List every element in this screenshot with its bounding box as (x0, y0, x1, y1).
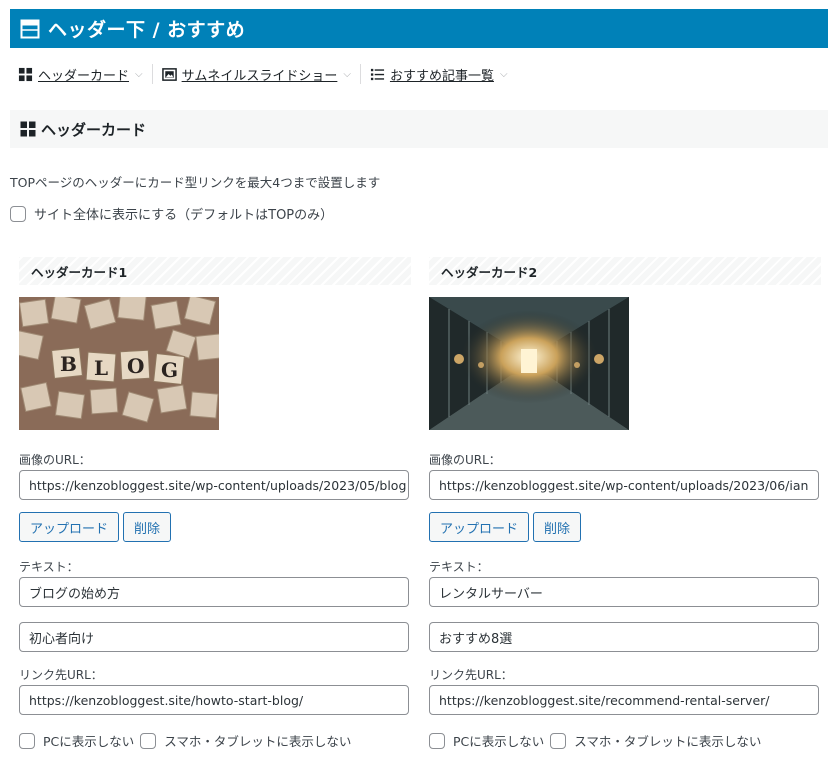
card-thumbnail-image: BL OG (19, 297, 219, 430)
image-url-label: 画像のURL： (19, 453, 91, 467)
chevron-down-icon: ⌵ (135, 68, 143, 80)
link-url-input[interactable]: https://kenzobloggest.site/howto-start-b… (19, 685, 409, 715)
grid-icon (20, 121, 36, 137)
image-url-label: 画像のURL： (429, 453, 501, 467)
card-thumbnail-image (429, 297, 629, 430)
section-header: ヘッダーカード (10, 110, 828, 148)
text-input-main[interactable]: レンタルサーバー (429, 577, 819, 607)
text-label: テキスト： (19, 560, 79, 574)
header-layout-icon (20, 19, 40, 38)
hide-mobile-label: スマホ・タブレットに表示しない (574, 734, 762, 749)
link-url-label: リンク先URL： (19, 668, 103, 682)
text-input-sub[interactable]: おすすめ8選 (429, 622, 819, 652)
show-all-site-label: サイト全体に表示にする（デフォルトはTOPのみ） (34, 208, 334, 223)
sub-tabs: ヘッダーカード ⌵ サムネイルスライドショー ⌵ おすすめ記事一覧 ⌵ (18, 63, 508, 85)
show-all-site-option[interactable]: サイト全体に表示にする（デフォルトはTOPのみ） (10, 204, 333, 223)
header-card-2: ヘッダーカード2 画像のURL： https://kenzobloggest.s… (429, 257, 821, 750)
chevron-down-icon: ⌵ (499, 68, 508, 80)
hide-mobile-label: スマホ・タブレットに表示しない (164, 734, 352, 749)
panel-title: ヘッダー下 / おすすめ (48, 19, 246, 41)
header-card-1: ヘッダーカード1 B L O G 画像のURL： https://kenzobl… (19, 257, 411, 750)
hide-pc-checkbox[interactable] (429, 732, 445, 749)
hide-mobile-checkbox[interactable] (140, 732, 157, 749)
svg-text:B: B (60, 352, 77, 376)
show-all-site-checkbox[interactable] (10, 205, 26, 222)
image-url-input[interactable]: https://kenzobloggest.site/wp-content/up… (19, 470, 409, 500)
svg-text:G: G (161, 358, 178, 382)
tab-divider (151, 64, 153, 84)
panel-title-bar: ヘッダー下 / おすすめ (10, 9, 828, 48)
chevron-down-icon: ⌵ (343, 68, 351, 80)
text-input-sub[interactable]: 初心者向け (19, 622, 409, 652)
svg-text:O: O (127, 354, 144, 378)
tab-label: おすすめ記事一覧 (389, 68, 494, 84)
list-icon (370, 68, 385, 80)
section-title: ヘッダーカード (41, 120, 147, 139)
tab-divider (359, 64, 361, 84)
section-description: TOPページのヘッダーにカード型リンクを最大4つまで設置します (10, 175, 381, 190)
hide-pc-label: PCに表示しない (43, 734, 135, 749)
link-url-label: リンク先URL： (429, 668, 513, 682)
text-label: テキスト： (429, 560, 489, 574)
svg-text:L: L (94, 356, 108, 380)
hide-pc-label: PCに表示しない (453, 734, 545, 749)
grid-icon (18, 67, 33, 81)
hide-mobile-checkbox[interactable] (550, 732, 567, 749)
card-heading: ヘッダーカード1 (19, 257, 411, 285)
delete-button[interactable]: 削除 (533, 512, 582, 542)
tab-label: ヘッダーカード (38, 68, 130, 84)
upload-button[interactable]: アップロード (19, 512, 120, 542)
link-url-input[interactable]: https://kenzobloggest.site/recommend-ren… (429, 685, 819, 715)
upload-button[interactable]: アップロード (429, 512, 530, 542)
settings-page: ヘッダー下 / おすすめ ヘッダーカード ⌵ サムネイルスライドショー ⌵ おす… (0, 0, 836, 759)
card-heading: ヘッダーカード2 (429, 257, 821, 285)
tab-header-card[interactable]: ヘッダーカード ⌵ (18, 65, 143, 84)
tab-recommended-posts[interactable]: おすすめ記事一覧 ⌵ (370, 65, 508, 84)
tab-thumbnail-slideshow[interactable]: サムネイルスライドショー ⌵ (161, 65, 351, 84)
text-input-main[interactable]: ブログの始め方 (19, 577, 409, 607)
image-icon (161, 67, 177, 81)
tab-label: サムネイルスライドショー (181, 68, 338, 84)
image-url-input[interactable]: https://kenzobloggest.site/wp-content/up… (429, 470, 819, 500)
delete-button[interactable]: 削除 (123, 512, 172, 542)
hide-pc-checkbox[interactable] (19, 732, 35, 749)
